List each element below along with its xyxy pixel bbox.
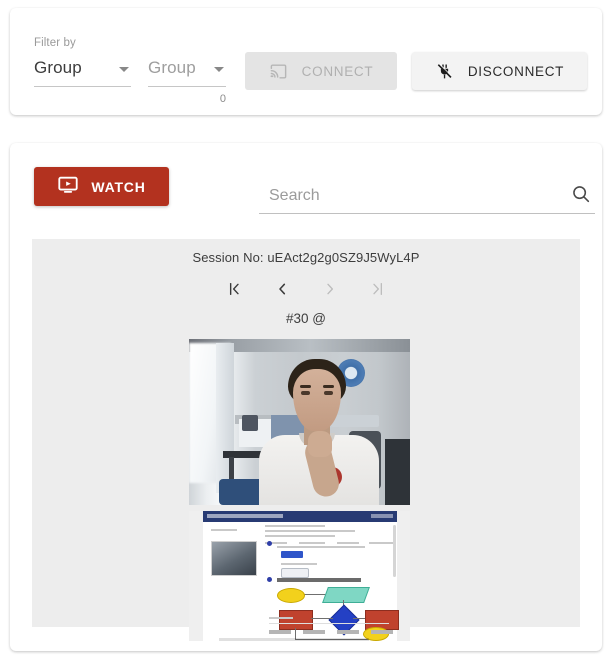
filter-row: Filter by Group Group 0 CONNECT DISCONNE… — [10, 8, 602, 115]
session-number-label: Session No: uEAct2g2g0SZ9J5WyL4P — [192, 250, 420, 265]
webcam-snapshot-image — [189, 339, 410, 505]
frame-pager — [32, 275, 580, 303]
connect-button[interactable]: CONNECT — [245, 52, 397, 90]
group-filter-primary-select[interactable]: Group — [34, 56, 131, 87]
media-stack — [189, 339, 410, 641]
frame-caption: #30 @ — [286, 311, 326, 326]
chevron-down-icon — [119, 67, 129, 72]
group-filter-secondary-select[interactable]: Group — [148, 56, 226, 87]
connect-button-label: CONNECT — [301, 63, 374, 79]
disconnect-button-label: DISCONNECT — [467, 63, 565, 79]
watch-button-label: WATCH — [91, 178, 146, 195]
previous-page-button[interactable] — [258, 275, 306, 303]
first-page-button[interactable] — [210, 275, 258, 303]
next-page-button[interactable] — [306, 275, 354, 303]
session-viewer-panel: Session No: uEAct2g2g0SZ9J5WyL4P #30 @ — [32, 239, 580, 641]
last-page-button[interactable] — [354, 275, 402, 303]
filter-by-label: Filter by — [34, 37, 76, 49]
session-card: WATCH Session No: uEAct2g2g0SZ9J5WyL4P — [10, 143, 602, 651]
search-field[interactable] — [259, 181, 595, 214]
disconnect-button[interactable]: DISCONNECT — [412, 52, 587, 90]
search-icon[interactable] — [569, 183, 593, 207]
chevron-down-icon — [214, 67, 224, 72]
watch-button[interactable]: WATCH — [34, 167, 169, 206]
screen-cast-icon — [269, 62, 288, 81]
monitor-play-icon — [57, 174, 79, 199]
selection-counter: 0 — [219, 93, 226, 105]
group-filter-secondary-value: Group — [148, 58, 196, 77]
search-input[interactable] — [267, 181, 561, 211]
screen-snapshot-image — [189, 511, 410, 641]
group-filter-primary-value: Group — [34, 58, 82, 77]
filter-card: Filter by Group Group 0 CONNECT DISCONNE… — [10, 8, 602, 115]
plug-off-icon — [435, 62, 454, 81]
